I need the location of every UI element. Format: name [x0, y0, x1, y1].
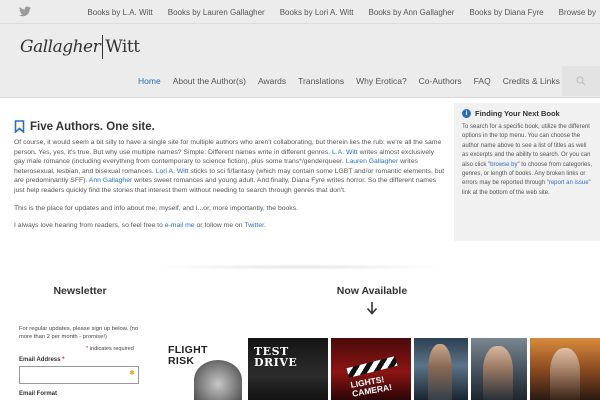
email-input[interactable]: ✱: [19, 366, 139, 384]
cover-figure-4: [428, 344, 452, 400]
topnav-link-lori-witt[interactable]: Books by Lori A. Witt: [280, 8, 354, 17]
cover-figure-6: [550, 348, 580, 400]
link-ann-gallagher[interactable]: Ann Gallagher: [89, 177, 132, 184]
contact-text-3: .: [263, 222, 266, 230]
nav-faq[interactable]: FAQ: [474, 76, 491, 86]
twitter-bird-icon[interactable]: [19, 6, 31, 17]
widget-text: To search for a specific book, utilize t…: [462, 123, 592, 198]
nav-translations[interactable]: Translations: [298, 76, 344, 86]
required-note-text: indicates required: [88, 346, 134, 352]
search-icon: [576, 76, 586, 86]
book-cover-5[interactable]: [471, 338, 527, 400]
nav-co-authors[interactable]: Co-Authors: [419, 76, 462, 86]
cover-art-1: [194, 360, 242, 400]
site-header: Gallagher Witt Home About the Author(s) …: [0, 24, 600, 98]
main-content: Five Authors. One site. Of course, it wo…: [14, 120, 446, 239]
topnav-link-la-witt[interactable]: Books by L.A. Witt: [87, 8, 152, 17]
email-format-label: Email Format: [19, 391, 58, 397]
contact-text-2: or follow me on: [194, 222, 245, 230]
required-note: * indicates required: [86, 346, 134, 352]
topnav-link-ann-gallagher[interactable]: Books by Ann Gallagher: [369, 8, 455, 17]
cover-figure-5: [483, 346, 513, 400]
arrow-down-icon: [366, 302, 378, 315]
info-icon: i: [462, 109, 471, 118]
book-cover-4[interactable]: [414, 338, 468, 400]
now-available-heading: Now Available: [336, 285, 408, 297]
section-divider: [150, 264, 450, 270]
logo-text-gallagher: Gallagher: [20, 37, 101, 57]
nav-why-erotica[interactable]: Why Erotica?: [356, 76, 407, 86]
search-button[interactable]: [562, 66, 600, 96]
topnav-link-lauren-gallagher[interactable]: Books by Lauren Gallagher: [168, 8, 265, 17]
link-lauren-gallagher[interactable]: Lauren Gallagher: [346, 158, 399, 165]
nav-home[interactable]: Home: [138, 76, 161, 86]
nav-awards[interactable]: Awards: [258, 76, 286, 86]
email-link[interactable]: e-mail me: [165, 222, 195, 229]
autofill-star-icon: ✱: [129, 370, 135, 377]
logo-divider: [102, 35, 104, 59]
book-cover-flight-risk[interactable]: FLIGHT RISK: [166, 338, 244, 400]
author-menu: Books by L.A. Witt Books by Lauren Galla…: [87, 0, 600, 24]
widget-title: Finding Your Next Book: [475, 109, 560, 118]
link-la-witt[interactable]: L.A. Witt: [332, 149, 358, 156]
top-bar: Books by L.A. Witt Books by Lauren Galla…: [0, 0, 600, 24]
link-lori-witt[interactable]: Lori A. Witt: [156, 168, 189, 175]
book-cover-test-drive[interactable]: TEST DRIVE: [248, 338, 328, 400]
contact-text-1: I always love hearing from readers, so f…: [14, 222, 165, 230]
nav-credits-links[interactable]: Credits & Links: [503, 76, 560, 86]
contact-paragraph: I always love hearing from readers, so f…: [14, 221, 446, 231]
twitter-link[interactable]: Twitter: [244, 222, 264, 229]
cover-title-2: TEST DRIVE: [254, 345, 298, 369]
email-label: Email Address *: [19, 357, 64, 363]
bookmark-icon: [14, 120, 25, 133]
widget-heading: i Finding Your Next Book: [462, 109, 592, 118]
page-title: Five Authors. One site.: [30, 120, 155, 133]
newsletter-heading: Newsletter: [53, 285, 107, 297]
intro-heading-row: Five Authors. One site.: [14, 120, 446, 133]
email-required-asterisk: *: [62, 357, 65, 363]
intro-paragraph: Of course, it would seem a bit silly to …: [14, 138, 446, 196]
email-label-text: Email Address: [19, 357, 63, 363]
book-cover-6[interactable]: [530, 338, 600, 400]
logo-text-witt: Witt: [105, 37, 140, 57]
topnav-link-diana-fyre[interactable]: Books by Diana Fyre: [469, 8, 543, 17]
site-logo[interactable]: Gallagher Witt: [20, 34, 140, 60]
updates-paragraph: This is the place for updates and info a…: [14, 204, 298, 212]
finding-book-widget: i Finding Your Next Book To search for a…: [454, 103, 600, 241]
report-issue-link[interactable]: report an issue: [549, 180, 589, 186]
book-cover-lights-camera[interactable]: LIGHTS! CAMERA!: [331, 338, 411, 400]
browse-by-link[interactable]: browse by: [490, 162, 517, 168]
newsletter-intro: For regular updates, please sign up belo…: [19, 326, 139, 341]
main-nav: Home About the Author(s) Awards Translat…: [132, 67, 566, 95]
topnav-link-browse-by[interactable]: Browse by: [559, 8, 596, 17]
nav-about[interactable]: About the Author(s): [173, 76, 246, 86]
